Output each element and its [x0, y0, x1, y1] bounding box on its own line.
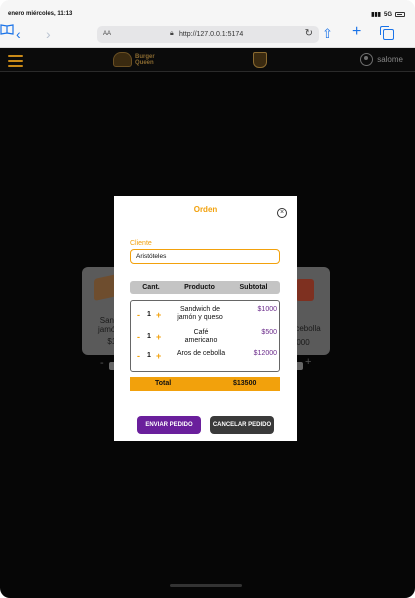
- decrease-qty-button[interactable]: -: [137, 351, 140, 361]
- browser-toolbar: ‹ › AA 🔒︎ http://127.0.0.1:5174 ↻ ⇧ +: [0, 22, 415, 48]
- battery-icon: [395, 12, 405, 17]
- column-header-subtotal: Subtotal: [239, 284, 268, 291]
- total-value: $13500: [233, 380, 257, 387]
- tablet-screen: enero miércoles, 11:13 ▮▮▮ 5G ‹ › AA 🔒︎ …: [0, 0, 415, 598]
- home-indicator[interactable]: [170, 584, 242, 587]
- forward-icon[interactable]: ›: [46, 26, 51, 42]
- tabs-overview-icon[interactable]: [380, 26, 394, 40]
- item-name: Aros de cebolla: [176, 350, 226, 357]
- app-header: Burger Queen salome: [0, 48, 415, 72]
- column-header-qty: Cant.: [142, 284, 160, 291]
- brand-logo: Burger Queen: [113, 52, 155, 67]
- item-qty: 1: [147, 333, 151, 340]
- logo-text-line1: Burger: [135, 53, 155, 60]
- lock-icon: 🔒︎: [170, 30, 174, 37]
- order-total-bar: Total $13500: [130, 377, 280, 391]
- share-icon[interactable]: ⇧: [322, 26, 333, 42]
- logo-text-line2: Queen: [135, 59, 154, 66]
- item-name: Café americano: [184, 329, 218, 344]
- send-order-button[interactable]: ENVIAR PEDIDO: [137, 416, 201, 434]
- status-time: enero miércoles, 11:13: [8, 11, 73, 17]
- reload-icon[interactable]: ↻: [305, 28, 313, 39]
- modal-title: Orden: [193, 205, 218, 214]
- increase-qty-button[interactable]: +: [156, 332, 161, 342]
- decrease-qty-button[interactable]: -: [137, 332, 140, 342]
- cancel-order-button[interactable]: CANCELAR PEDIDO: [210, 416, 274, 434]
- username: salome: [377, 55, 403, 64]
- badge-icon: [253, 52, 267, 68]
- increase-qty-button[interactable]: +: [156, 310, 161, 320]
- item-subtotal: $500: [261, 329, 277, 336]
- food-image: [296, 279, 314, 301]
- burger-logo-icon: [113, 52, 132, 67]
- item-qty: 1: [147, 352, 151, 359]
- background-minus-control: -: [100, 357, 104, 369]
- order-modal: Orden × Cliente Cant. Producto Subtotal …: [114, 196, 297, 441]
- address-bar[interactable]: AA 🔒︎ http://127.0.0.1:5174 ↻: [97, 26, 319, 43]
- item-name: Sandwich de jamón y queso: [177, 306, 223, 321]
- order-table-header: Cant. Producto Subtotal: [130, 281, 280, 294]
- status-indicators: ▮▮▮ 5G: [371, 11, 405, 18]
- user-menu[interactable]: salome: [360, 53, 403, 66]
- signal-icon: ▮▮▮: [371, 12, 381, 18]
- client-label: Cliente: [130, 240, 152, 247]
- total-label: Total: [155, 380, 172, 387]
- column-header-product: Producto: [184, 284, 215, 291]
- background-plus-control: +: [305, 356, 312, 368]
- bookmarks-icon[interactable]: [0, 24, 14, 35]
- user-icon: [360, 53, 374, 66]
- menu-icon[interactable]: [8, 55, 23, 67]
- close-icon[interactable]: ×: [277, 208, 287, 218]
- new-tab-icon[interactable]: +: [352, 24, 361, 40]
- network-label: 5G: [383, 11, 392, 18]
- back-icon[interactable]: ‹: [16, 26, 21, 42]
- item-qty: 1: [147, 311, 151, 318]
- url-text[interactable]: http://127.0.0.1:5174: [179, 31, 243, 38]
- increase-qty-button[interactable]: +: [156, 351, 161, 361]
- decrease-qty-button[interactable]: -: [137, 310, 140, 320]
- reader-options-button[interactable]: AA: [103, 31, 111, 37]
- status-bar: enero miércoles, 11:13 ▮▮▮ 5G: [0, 0, 415, 22]
- order-items-list: - 1 + Sandwich de jamón y queso $1000 - …: [130, 300, 280, 372]
- item-subtotal: $1000: [257, 306, 277, 313]
- item-subtotal: $12000: [253, 350, 277, 357]
- client-input[interactable]: [130, 249, 280, 264]
